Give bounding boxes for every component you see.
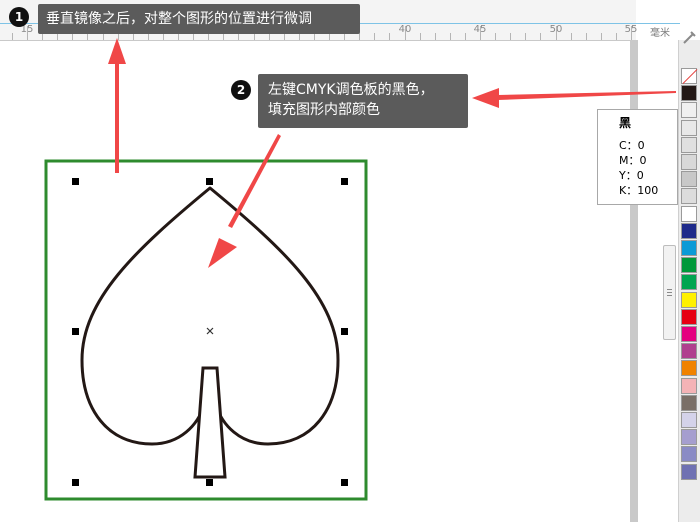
callout-text: 垂直镜像之后，对整个图形的位置进行微调 <box>46 11 312 27</box>
selection-handle[interactable] <box>341 479 348 486</box>
selection-handle[interactable] <box>206 479 213 486</box>
step-badge-2: 2 <box>231 80 251 100</box>
selection-handle[interactable] <box>341 178 348 185</box>
callout-step-1: 垂直镜像之后，对整个图形的位置进行微调 <box>38 4 360 34</box>
selection-handle[interactable] <box>72 479 79 486</box>
step-badge-1: 1 <box>9 7 29 27</box>
selection-handle[interactable] <box>206 178 213 185</box>
callout-text-line-2: 填充图形内部颜色 <box>268 102 380 118</box>
callout-step-2: 左键CMYK调色板的黑色， 填充图形内部颜色 <box>258 74 468 128</box>
selection-handle[interactable] <box>72 328 79 335</box>
color-tooltip: 黑 C：0 M：0 Y：0 K：100 <box>597 109 678 205</box>
tooltip-row-c: C：0 <box>619 139 645 152</box>
tooltip-row-m: M：0 <box>619 154 647 167</box>
annotation-arrow-2 <box>472 88 676 108</box>
selection-handle[interactable] <box>72 178 79 185</box>
annotation-arrow-1 <box>108 38 126 173</box>
tooltip-row-y: Y：0 <box>619 169 644 182</box>
selection-handle[interactable] <box>341 328 348 335</box>
callout-text-line-1: 左键CMYK调色板的黑色， <box>268 82 434 98</box>
tooltip-row-k: K：100 <box>619 184 659 197</box>
tooltip-title: 黑 <box>619 116 632 130</box>
